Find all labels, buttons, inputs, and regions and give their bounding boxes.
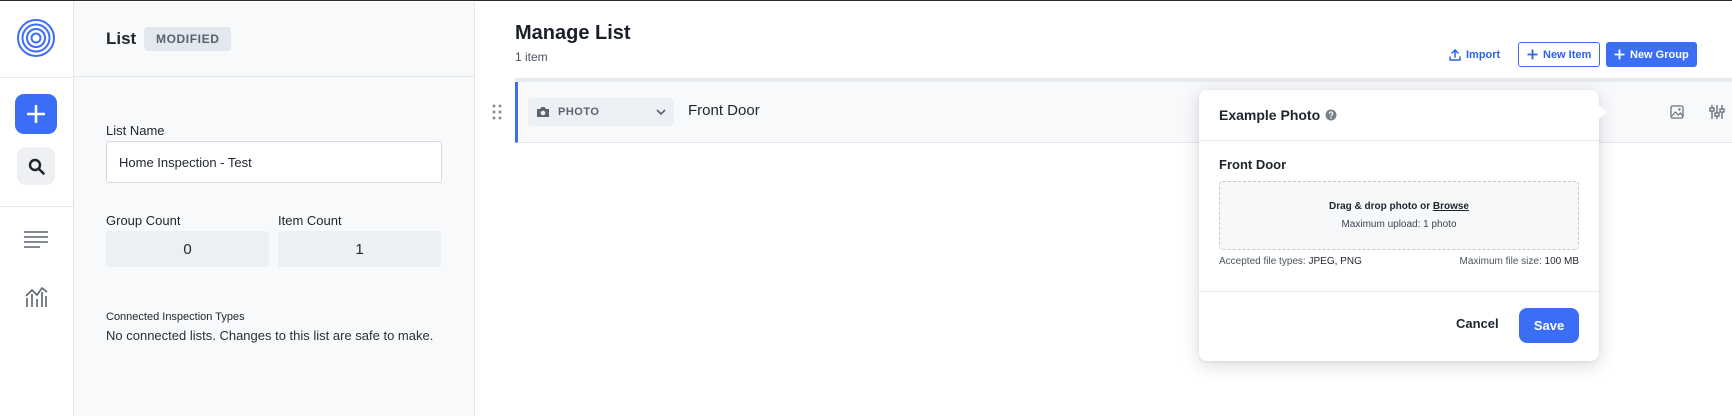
- connected-types-label: Connected Inspection Types: [106, 311, 245, 323]
- item-count-value: 1: [278, 231, 441, 267]
- dropzone-text: Drag & drop photo or Browse: [1220, 201, 1578, 212]
- new-item-button[interactable]: New Item: [1518, 42, 1601, 67]
- photo-field-label: Front Door: [1219, 157, 1287, 172]
- panel-title: List: [106, 29, 137, 48]
- upload-icon: [1449, 48, 1461, 61]
- create-button[interactable]: [15, 94, 57, 134]
- target-logo-icon[interactable]: [16, 18, 56, 58]
- import-button[interactable]: Import: [1449, 42, 1500, 67]
- help-icon[interactable]: [1325, 109, 1337, 121]
- plus-icon: [27, 105, 45, 123]
- item-count-subtitle: 1 item: [515, 50, 548, 64]
- max-file-size: Maximum file size: 100 MB: [1460, 256, 1580, 267]
- item-type-label: PHOTO: [558, 106, 600, 118]
- sliders-icon[interactable]: [1705, 100, 1729, 124]
- new-item-label: New Item: [1543, 48, 1592, 61]
- image-settings-icon[interactable]: [1665, 100, 1689, 124]
- plus-icon: [1527, 49, 1538, 60]
- left-rail: [0, 2, 74, 416]
- rail-divider: [0, 77, 74, 78]
- list-details-panel: List MODIFIED List Name Home Inspection …: [74, 2, 475, 416]
- connected-types-note: No connected lists. Changes to this list…: [106, 328, 434, 343]
- max-size-label: Maximum file size:: [1459, 256, 1542, 267]
- accepted-types-label: Accepted file types:: [1219, 256, 1306, 267]
- list-name-input[interactable]: Home Inspection - Test: [106, 141, 442, 183]
- new-group-label: New Group: [1630, 48, 1689, 61]
- cancel-button[interactable]: Cancel: [1456, 316, 1499, 331]
- save-button[interactable]: Save: [1519, 308, 1579, 343]
- camera-icon: [537, 107, 549, 117]
- rail-divider: [0, 206, 74, 207]
- group-count-label: Group Count: [106, 213, 181, 228]
- popover-divider: [1199, 291, 1599, 292]
- group-count-value: 0: [106, 231, 269, 267]
- list-name-label: List Name: [106, 123, 165, 138]
- new-group-button[interactable]: New Group: [1606, 42, 1697, 67]
- chevron-down-icon: [656, 108, 666, 115]
- list-lines-icon[interactable]: [20, 223, 52, 255]
- item-type-select[interactable]: PHOTO: [528, 98, 674, 126]
- max-upload-value: 1 photo: [1423, 219, 1457, 230]
- status-badge: MODIFIED: [144, 27, 232, 51]
- example-photo-popover: Example Photo Front Door Drag & drop pho…: [1199, 90, 1607, 361]
- accepted-types-value: JPEG, PNG: [1308, 256, 1362, 267]
- drag-drop-text: Drag & drop photo or: [1328, 201, 1431, 212]
- popover-arrow: [1598, 104, 1607, 120]
- max-size-value: 100 MB: [1544, 256, 1579, 267]
- panel-header: List MODIFIED: [74, 2, 475, 77]
- import-label: Import: [1466, 48, 1501, 61]
- search-icon: [28, 158, 45, 175]
- max-upload-text: Maximum upload: 1 photo: [1220, 219, 1578, 230]
- popover-title-text: Example Photo: [1219, 107, 1321, 123]
- plus-icon: [1614, 49, 1625, 60]
- item-name[interactable]: Front Door: [688, 102, 760, 119]
- analytics-chart-icon[interactable]: [20, 280, 52, 312]
- page-title: Manage List: [515, 22, 631, 44]
- popover-title: Example Photo: [1219, 107, 1337, 123]
- max-upload-label: Maximum upload:: [1341, 219, 1421, 230]
- search-button[interactable]: [17, 147, 55, 185]
- photo-dropzone[interactable]: Drag & drop photo or Browse Maximum uplo…: [1219, 181, 1579, 250]
- browse-link[interactable]: Browse: [1433, 201, 1469, 212]
- list-name-value: Home Inspection - Test: [119, 154, 252, 170]
- item-count-label: Item Count: [278, 213, 342, 228]
- accepted-file-types: Accepted file types: JPEG, PNG: [1219, 256, 1362, 267]
- drag-handle-icon[interactable]: [491, 104, 503, 120]
- popover-divider: [1199, 140, 1599, 141]
